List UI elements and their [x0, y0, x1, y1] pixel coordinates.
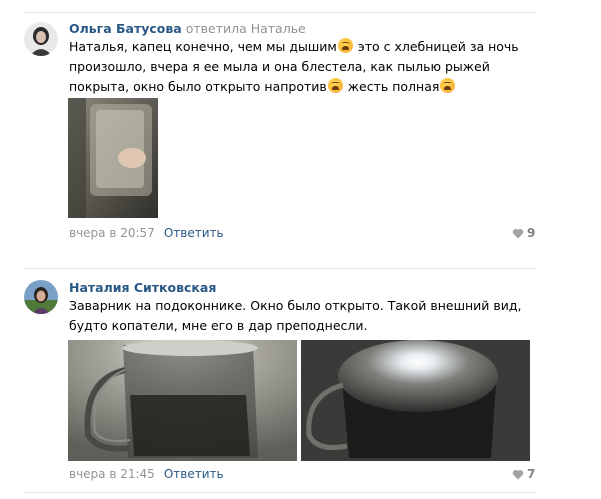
comment-text: Наталья, капец конечно, чем мы дышим это…	[69, 37, 539, 97]
reply-button[interactable]: Ответить	[164, 226, 224, 240]
comment-text-part: жесть полная	[343, 79, 440, 94]
reply-to-label[interactable]: ответила Наталье	[186, 21, 306, 36]
avatar[interactable]	[24, 280, 58, 314]
author-line: Ольга Батусова ответила Наталье	[69, 21, 306, 36]
weary-face-emoji-icon	[337, 38, 353, 53]
heart-icon	[512, 469, 524, 480]
like-count: 9	[527, 226, 536, 240]
comment-text-part: Наталья, капец конечно, чем мы дышим	[69, 39, 337, 54]
avatar[interactable]	[24, 22, 58, 56]
attached-photo-teapot-2[interactable]	[301, 340, 530, 461]
like-button[interactable]: 7	[512, 467, 535, 481]
author-line: Наталия Ситковская	[69, 280, 216, 295]
like-count: 7	[527, 467, 536, 481]
bottom-divider	[24, 492, 536, 493]
timestamp[interactable]: вчера в 21:45	[69, 467, 155, 481]
weary-face-emoji-icon	[440, 78, 456, 93]
weary-face-emoji-icon	[327, 78, 343, 93]
timestamp[interactable]: вчера в 20:57	[69, 226, 155, 240]
comment-meta: вчера в 20:57 Ответить	[69, 226, 224, 240]
author-name[interactable]: Наталия Ситковская	[69, 280, 216, 295]
attached-photo-teapot-1[interactable]	[68, 340, 297, 461]
author-name[interactable]: Ольга Батусова	[69, 21, 182, 36]
reply-button[interactable]: Ответить	[164, 467, 224, 481]
comment-divider	[24, 268, 536, 269]
comment-text: Заварник на подоконнике. Окно было откры…	[69, 298, 522, 333]
attached-photo-breadbox[interactable]	[68, 98, 158, 218]
heart-icon	[512, 228, 524, 239]
comment-meta: вчера в 21:45 Ответить	[69, 467, 224, 481]
like-button[interactable]: 9	[512, 226, 535, 240]
top-divider	[24, 12, 536, 13]
